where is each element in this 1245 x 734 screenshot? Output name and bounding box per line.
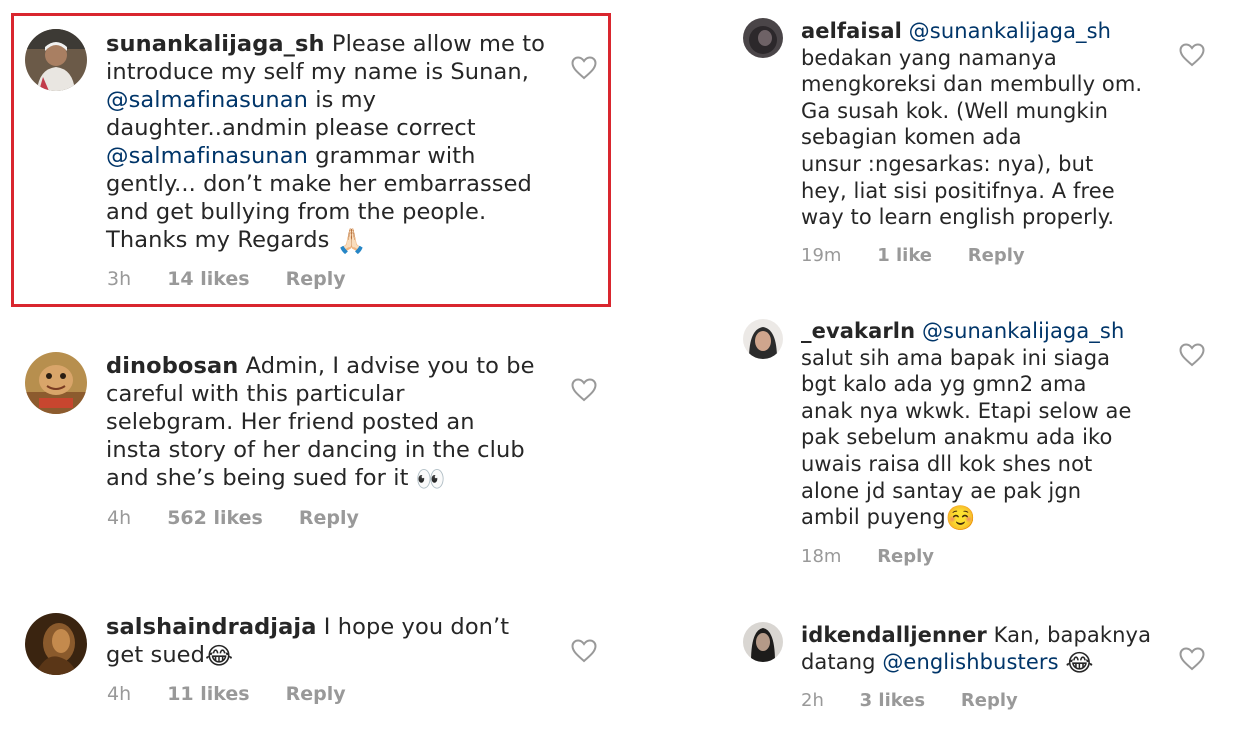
comment-username[interactable]: dinobosan xyxy=(106,353,238,379)
comment-time: 3h xyxy=(107,268,132,290)
eyes-emoji: 👀 xyxy=(415,465,446,493)
comment-time: 4h xyxy=(107,683,132,705)
comment-text: sunankalijaga_sh Please allow me to intr… xyxy=(106,30,576,254)
comment-username[interactable]: _evakarln xyxy=(801,319,915,343)
reply-button[interactable]: Reply xyxy=(286,683,346,705)
likes-count[interactable]: 562 likes xyxy=(167,507,263,529)
comment-time: 19m xyxy=(801,245,842,266)
likes-count[interactable]: 11 likes xyxy=(167,683,249,705)
avatar[interactable] xyxy=(25,29,87,91)
avatar[interactable] xyxy=(743,18,783,58)
right-comment-column: aelfaisal @sunankalijaga_sh bedakan yang… xyxy=(700,0,1245,734)
reply-button[interactable]: Reply xyxy=(299,507,359,529)
tears-of-joy-emoji: 😂 xyxy=(1065,648,1094,677)
like-heart-icon[interactable] xyxy=(1179,43,1205,67)
comment-username[interactable]: aelfaisal xyxy=(801,19,902,43)
comment-text: _evakarln @sunankalijaga_sh salut sih am… xyxy=(801,318,1221,531)
reply-button[interactable]: Reply xyxy=(877,546,934,567)
likes-count[interactable]: 14 likes xyxy=(167,268,249,290)
avatar[interactable] xyxy=(25,352,87,414)
reply-button[interactable]: Reply xyxy=(286,268,346,290)
text-segment: bedakan yang namanya mengkoreksi dan mem… xyxy=(801,45,1143,230)
comment-username[interactable]: salshaindradjaja xyxy=(106,614,317,640)
like-heart-icon[interactable] xyxy=(571,639,597,663)
like-heart-icon[interactable] xyxy=(571,56,597,80)
comment-time: 4h xyxy=(107,507,132,529)
mention-link[interactable]: @salmafinasunan xyxy=(106,143,308,169)
mention-link[interactable]: @sunankalijaga_sh xyxy=(922,319,1124,343)
avatar[interactable] xyxy=(743,319,783,359)
likes-count[interactable]: 1 like xyxy=(877,245,932,266)
comment-meta: 19m 1 like Reply xyxy=(801,245,1055,266)
comment-meta: 3h 14 likes Reply xyxy=(107,268,376,290)
reply-button[interactable]: Reply xyxy=(961,690,1018,711)
text-segment xyxy=(902,19,909,43)
like-heart-icon[interactable] xyxy=(1179,343,1205,367)
comment-text: aelfaisal @sunankalijaga_sh bedakan yang… xyxy=(801,18,1221,231)
like-heart-icon[interactable] xyxy=(571,378,597,402)
avatar[interactable] xyxy=(25,613,87,675)
comment-username[interactable]: idkendalljenner xyxy=(801,623,987,647)
like-heart-icon[interactable] xyxy=(1179,647,1205,671)
comment-meta: 4h 562 likes Reply xyxy=(107,507,389,529)
text-segment xyxy=(915,319,922,343)
reply-button[interactable]: Reply xyxy=(968,245,1025,266)
comment-time: 2h xyxy=(801,690,824,711)
mention-link[interactable]: @sunankalijaga_sh xyxy=(909,19,1111,43)
text-segment xyxy=(1059,650,1066,674)
smiling-face-emoji: ☺️ xyxy=(945,504,976,533)
text-segment: salut sih ama bapak ini siaga bgt kalo a… xyxy=(801,345,1132,530)
folded-hands-emoji: 🙏🏻 xyxy=(336,227,367,255)
avatar[interactable] xyxy=(743,622,783,662)
comment-time: 18m xyxy=(801,546,842,567)
tears-of-joy-emoji: 😂 xyxy=(205,642,234,670)
mention-link[interactable]: @englishbusters xyxy=(882,650,1058,674)
comment-text: salshaindradjaja I hope you don’t get su… xyxy=(106,613,576,669)
comment-username[interactable]: sunankalijaga_sh xyxy=(106,31,325,57)
left-comment-column: sunankalijaga_sh Please allow me to intr… xyxy=(0,0,620,734)
comment-meta: 18m Reply xyxy=(801,546,964,567)
likes-count[interactable]: 3 likes xyxy=(860,690,926,711)
comment-meta: 2h 3 likes Reply xyxy=(801,690,1048,711)
comment-text: idkendalljenner Kan, bapaknya datang @en… xyxy=(801,622,1221,675)
mention-link[interactable]: @salmafinasunan xyxy=(106,87,308,113)
comment-text: dinobosan Admin, I advise you to be care… xyxy=(106,352,576,492)
comment-meta: 4h 11 likes Reply xyxy=(107,683,376,705)
